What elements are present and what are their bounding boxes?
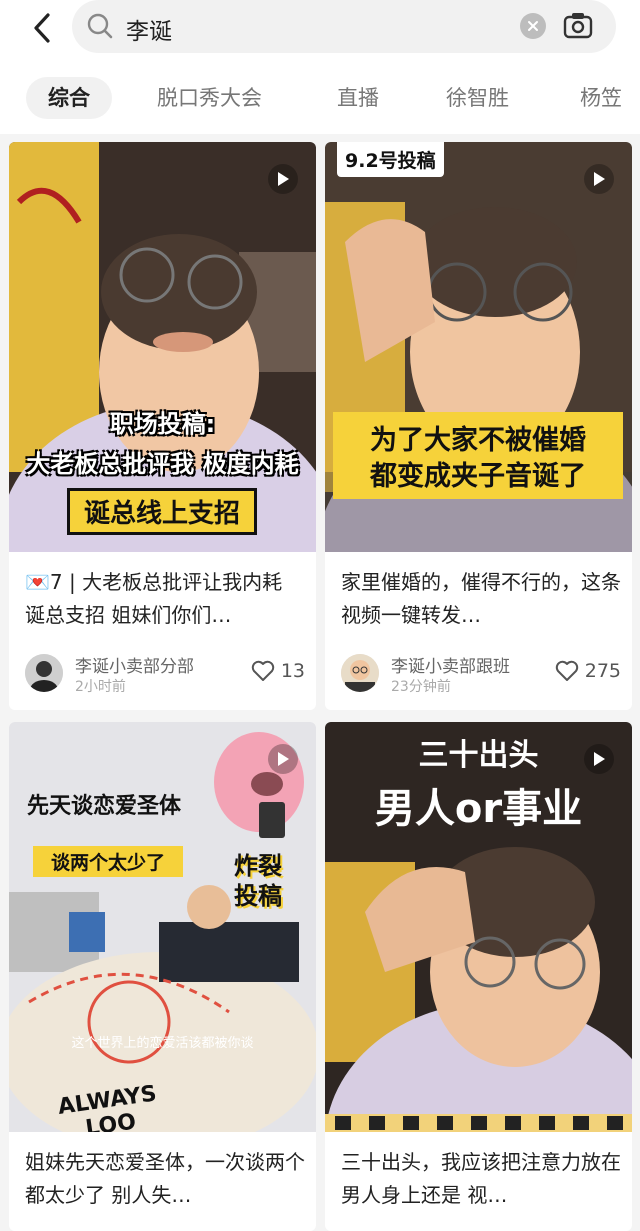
card-title[interactable]: 姐妹先天恋爱圣体，一次谈两个都太少了 别人失… [25,1146,305,1212]
image-search-button[interactable] [562,11,594,45]
close-icon [528,21,538,31]
video-thumbnail[interactable]: 职场投稿: 大老板总批评我 极度内耗 诞总线上支招 [9,142,316,552]
video-thumbnail[interactable]: 三十出头 男人or事业 [325,722,632,1132]
subtitle-caption: 这个世界上的恋爱活该都被你谈 [71,1036,254,1051]
camera-icon [563,13,593,39]
avatar[interactable] [25,654,63,692]
filter-tabs: 综合 脱口秀大会 直播 徐智胜 杨笠 [0,62,640,134]
card-title[interactable]: 💌7 | 大老板总批评让我内耗 诞总支招 姐妹们你们… [25,566,305,632]
overlay-caption-line1: 职场投稿: [109,410,216,438]
like-count: 13 [280,660,305,682]
thumbnail-image [9,722,316,1132]
video-card[interactable]: 职场投稿: 大老板总批评我 极度内耗 诞总线上支招 💌7 | 大老板总批评让我内… [9,142,316,710]
tab-yang-li[interactable]: 杨笠 [580,77,622,119]
overlay-caption-line1: 先天谈恋爱圣体 [27,794,182,819]
author-name[interactable]: 李诞小卖部分部 [75,652,194,677]
play-icon [584,164,614,194]
back-button[interactable] [22,8,62,48]
like-button[interactable]: 13 [251,660,305,682]
tab-comprehensive[interactable]: 综合 [26,77,112,119]
search-bar[interactable]: 李诞 [72,0,616,53]
heart-icon [251,660,275,681]
video-card[interactable]: 先天谈恋爱圣体 谈两个太少了 炸裂 投稿 这个世界上的恋爱活该都被你谈 ALWA… [9,722,316,1231]
author-name[interactable]: 李诞小卖部跟班 [391,652,510,677]
play-icon [268,744,298,774]
overlay-caption-tag2: 投稿 [234,882,282,910]
chevron-left-icon [34,13,50,43]
submission-badge: 9.2号投稿 [337,142,444,177]
overlay-caption-line2: 谈两个太少了 [33,846,183,877]
heart-icon [555,660,578,681]
card-title[interactable]: 家里催婚的，催得不行的，这条视频一键转发… [341,566,621,632]
like-count: 275 [584,660,621,682]
play-icon [268,164,298,194]
overlay-caption-line2: 都变成夹子音诞了 [333,452,623,499]
video-thumbnail[interactable]: 9.2号投稿 为了大家不被催婚 都变成夹子音诞了 [325,142,632,552]
video-card[interactable]: 三十出头 男人or事业 三十出头，我应该把注意力放在男人身上还是 视… [325,722,632,1231]
card-meta: 李诞小卖部分部 2小时前 13 [25,654,305,696]
tab-live[interactable]: 直播 [337,77,379,119]
video-card[interactable]: 9.2号投稿 为了大家不被催婚 都变成夹子音诞了 家里催婚的，催得不行的，这条视… [325,142,632,710]
card-title[interactable]: 三十出头，我应该把注意力放在男人身上还是 视… [341,1146,621,1212]
overlay-caption-line3: 诞总线上支招 [67,488,257,535]
tab-talk-show[interactable]: 脱口秀大会 [157,77,262,119]
video-thumbnail[interactable]: 先天谈恋爱圣体 谈两个太少了 炸裂 投稿 这个世界上的恋爱活该都被你谈 ALWA… [9,722,316,1132]
post-time: 2小时前 [75,679,126,695]
overlay-caption-line1: 三十出头 [418,738,539,773]
overlay-caption-line2: 大老板总批评我 极度内耗 [26,450,299,478]
avatar[interactable] [341,654,379,692]
search-icon [87,13,113,39]
tab-xu-zhisheng[interactable]: 徐智胜 [446,77,509,119]
clear-search-button[interactable] [520,13,546,39]
top-bar: 李诞 [0,0,640,62]
card-meta: 李诞小卖部跟班 23分钟前 275 [341,654,621,696]
post-time: 23分钟前 [391,679,451,695]
search-input[interactable]: 李诞 [126,12,172,46]
overlay-caption-line2: 男人or事业 [374,786,583,832]
like-button[interactable]: 275 [555,660,621,682]
